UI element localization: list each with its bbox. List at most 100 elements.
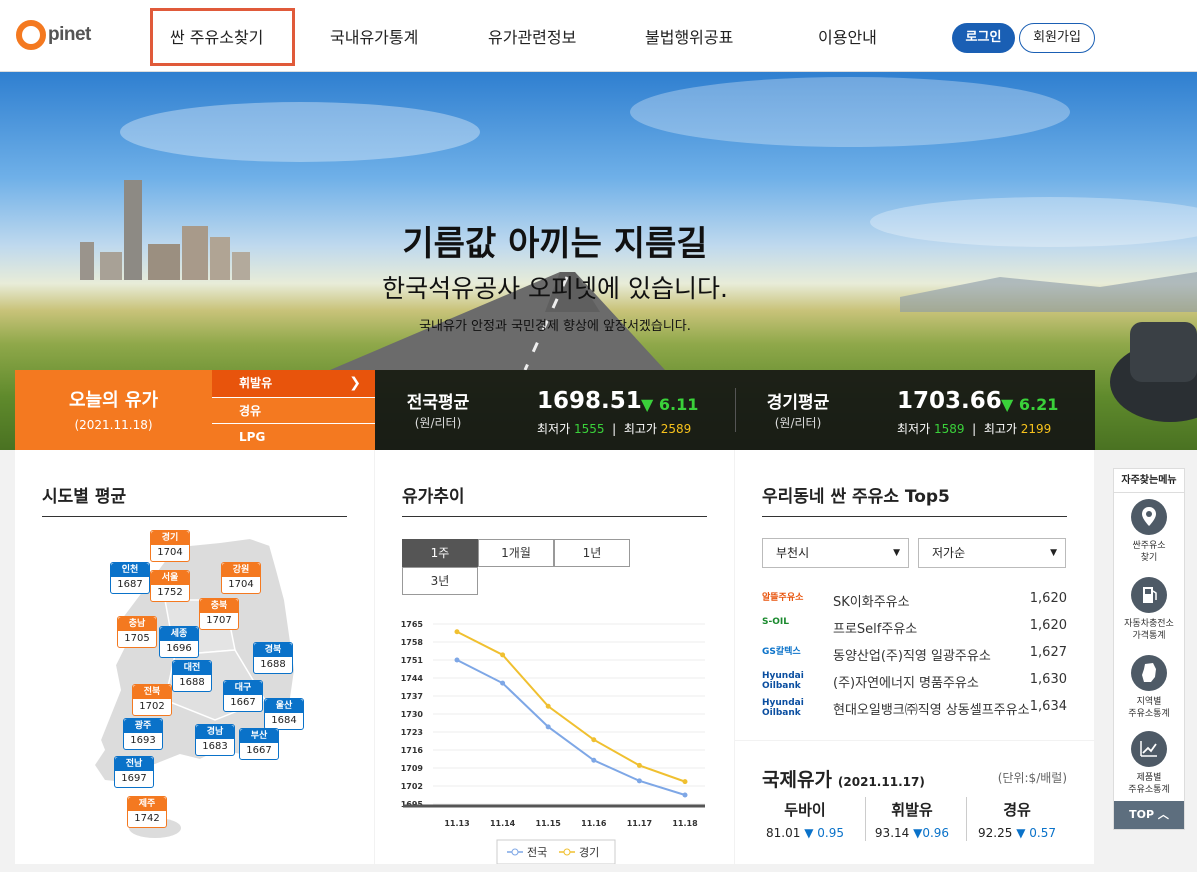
quick-label: 제품별 [1136,773,1162,783]
intl-change: ▼ 0.57 [1016,826,1056,840]
station-name: 현대오일뱅크㈜직영 상동셀프주유소 [833,703,1030,718]
national-avg-unit: (원/리터) [414,416,462,430]
intl-change: ▼0.96 [913,826,950,840]
logo-o-mark [16,20,46,50]
average-price-bar: 전국평균 (원/리터) 1698.51 ▼ 6.11 최저가 1555 | 최고… [375,370,1095,450]
region-badge[interactable]: 인천 1687 [110,562,150,594]
opinet-logo[interactable]: pinet [16,18,91,52]
sort-select[interactable]: 저가순 ▼ [918,538,1066,568]
legend-label: 경기 [579,846,599,859]
chevron-right-icon: ❯ [349,375,361,391]
y-tick-label: 1716 [401,746,424,755]
national-avg-price: 1698.51 [537,388,642,414]
region-badge[interactable]: 경남 1683 [195,724,235,756]
tab-1week[interactable]: 1주 [402,539,478,567]
intl-value: 81.01 [766,826,801,840]
region-badge[interactable]: 울산 1684 [264,698,304,730]
region-badge[interactable]: 전남 1697 [114,756,154,788]
national-avg-label: 전국평균 [406,393,470,413]
region-badge[interactable]: 부산 1667 [239,728,279,760]
fuel-tab-gasoline[interactable]: 휘발유 ❯ [212,370,375,397]
national-min: 1555 [573,422,605,436]
nav-cheap-station[interactable]: 싼 주유소찾기 [170,24,263,48]
region-name: 경남 [196,725,234,739]
gyeonggi-max: 2199 [1020,422,1052,436]
region-value: 1688 [260,659,286,670]
legend-label: 전국 [527,846,547,859]
x-tick-label: 11.14 [490,819,516,828]
data-point [591,737,597,743]
region-badge[interactable]: 강원 1704 [221,562,261,594]
divider [735,388,736,432]
region-badge[interactable]: 광주 1693 [123,718,163,750]
region-select-value: 부천시 [776,546,810,560]
region-badge[interactable]: 경기 1704 [150,530,190,562]
y-tick-label: 1709 [401,764,424,773]
chevron-up-icon: ︿ [1157,808,1169,821]
quick-menu-title: 자주찾는메뉴 [1114,469,1184,493]
brand-logo: GS칼텍스 [762,647,801,657]
station-row[interactable]: 알뜰주유소 SK이화주유소 1,620 [762,587,1067,611]
region-badge[interactable]: 서울 1752 [150,570,190,602]
y-tick-label: 1751 [401,656,424,665]
data-point [454,657,460,663]
region-badge[interactable]: 세종 1696 [159,626,199,658]
legend-marker [563,848,571,856]
station-price: 1,627 [1029,645,1067,660]
quick-cheap-station[interactable]: 싼주유소 찾기 [1114,499,1184,564]
fuel-tab-label: LPG [239,430,266,445]
quick-charging-stats[interactable]: 자동차충전소 가격통계 [1114,577,1184,642]
intl-price-panel: 국제유가 (2021.11.17) (단위:$/배럴) 두바이 81.01 ▼ 0… [735,741,1094,864]
station-name: 프로Self주유소 [833,622,918,637]
tab-3year[interactable]: 3년 [402,567,478,595]
price-trend-chart: 1765 1758 1751 1744 1737 1730 1723 1716 1709 1702… [395,608,711,864]
intl-unit: (단위:$/배럴) [997,771,1067,785]
region-name: 충북 [200,599,238,613]
join-button[interactable]: 회원가입 [1019,23,1095,53]
nav-illegal-disclosure[interactable]: 불법행위공표 [645,24,733,48]
fuel-tabs: 휘발유 ❯ 경유 LPG [212,370,375,450]
gyeonggi-avg-price: 1703.66 [897,388,1002,414]
nav-price-info[interactable]: 유가관련정보 [488,24,576,48]
region-badge[interactable]: 충남 1705 [117,616,157,648]
nav-usage-guide[interactable]: 이용안내 [818,24,877,48]
region-badge[interactable]: 대구 1667 [223,680,263,712]
region-badge[interactable]: 제주 1742 [127,796,167,828]
top-label: TOP [1129,808,1155,821]
station-row[interactable]: Hyundai Oilbank (주)자연에너지 명품주유소 1,630 [762,668,1067,692]
station-row[interactable]: Hyundai Oilbank 현대오일뱅크㈜직영 상동셀프주유소 1,634 [762,695,1067,719]
region-badge[interactable]: 전북 1702 [132,684,172,716]
gas-pin-icon [1131,499,1167,535]
station-row[interactable]: S-OIL 프로Self주유소 1,620 [762,614,1067,638]
data-point [454,629,460,635]
quick-regional-stats[interactable]: 지역별 주유소통계 [1114,655,1184,720]
nav-domestic-stats[interactable]: 국내유가통계 [330,24,418,48]
price-trend-panel: 유가추이 1주 1개월 1년 3년 1765 1758 1751 1744 1737 17… [375,450,734,864]
quick-label: 자동차충전소 [1124,619,1174,629]
top-button[interactable]: TOP ︿ [1114,801,1184,829]
fuel-tab-diesel[interactable]: 경유 [212,396,375,424]
tab-1month[interactable]: 1개월 [478,539,554,567]
intl-name: 두바이 [784,801,826,819]
x-tick-label: 11.18 [672,819,698,828]
login-button[interactable]: 로그인 [952,23,1015,53]
fuel-tab-lpg[interactable]: LPG [212,423,375,450]
korea-map-icon [1131,655,1167,691]
region-select[interactable]: 부천시 ▼ [762,538,909,568]
tab-1year[interactable]: 1년 [554,539,630,567]
quick-label: 지역별 [1136,697,1162,707]
intl-title: 국제유가 (2021.11.17) [762,765,925,792]
quick-label: 찾기 [1140,553,1158,563]
region-badge[interactable]: 대전 1688 [172,660,212,692]
station-name: (주)자연에너지 명품주유소 [833,676,979,691]
quick-product-stats[interactable]: 제품별 주유소통계 [1114,731,1184,796]
intl-change: ▼ 0.95 [804,826,844,840]
region-badge[interactable]: 충북 1707 [199,598,239,630]
region-value: 1742 [134,813,160,824]
quick-label: 주유소통계 [1128,785,1170,795]
intl-name: 휘발유 [891,801,933,819]
station-row[interactable]: GS칼텍스 동양산업(주)직영 일광주유소 1,627 [762,641,1067,665]
quick-label: 싼주유소 [1132,541,1166,551]
y-tick-label: 1723 [401,728,423,737]
region-badge[interactable]: 경북 1688 [253,642,293,674]
